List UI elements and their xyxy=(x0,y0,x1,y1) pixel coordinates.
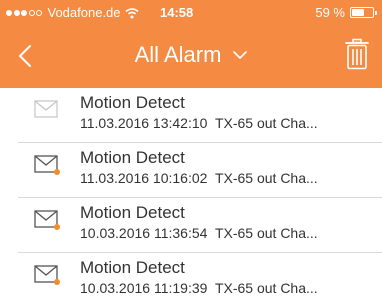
battery-percent: 59 % xyxy=(315,5,345,20)
alarm-title: Motion Detect xyxy=(80,93,185,112)
alarm-datetime: 10.03.2016 11:36:54 xyxy=(80,225,208,241)
status-left: Vodafone.de xyxy=(6,5,139,20)
alarm-list-item[interactable]: Motion Detect 11.03.2016 13:42:10 TX-65 o… xyxy=(18,88,382,143)
signal-dot xyxy=(28,9,35,16)
nav-bar: All Alarm xyxy=(0,24,382,88)
status-right: 59 % xyxy=(315,5,377,20)
alarm-list-item[interactable]: Motion Detect 10.03.2016 11:36:54 TX-65 o… xyxy=(18,198,382,253)
alarm-title: Motion Detect xyxy=(80,258,185,277)
alarm-source: TX-65 out Cha... xyxy=(214,115,318,131)
alarm-list: Motion Detect 11.03.2016 13:42:10 TX-65 o… xyxy=(0,88,382,307)
alarm-details: 10.03.2016 11:19:39 TX-65 out Cha... xyxy=(80,280,318,296)
alarm-datetime: 11.03.2016 13:42:10 xyxy=(80,115,208,131)
status-bar: Vodafone.de 14:58 59 % xyxy=(0,0,382,24)
alarm-source: TX-65 out Cha... xyxy=(214,170,318,186)
signal-dot xyxy=(21,9,27,16)
unread-dot-icon xyxy=(54,279,60,285)
alarm-details: 11.03.2016 13:42:10 TX-65 out Cha... xyxy=(80,115,318,131)
carrier-name: Vodafone.de xyxy=(47,5,121,20)
alarm-title: Motion Detect xyxy=(80,203,185,222)
alarm-details: 11.03.2016 10:16:02 TX-65 out Cha... xyxy=(80,170,318,186)
page-title: All Alarm xyxy=(134,42,222,67)
alarm-list-item[interactable]: Motion Detect 10.03.2016 11:19:39 TX-65 o… xyxy=(18,253,382,307)
wifi-icon xyxy=(124,7,139,18)
battery-icon xyxy=(350,7,377,18)
signal-dot xyxy=(6,9,12,16)
alarm-source: TX-65 out Cha... xyxy=(214,225,318,241)
signal-strength-icon xyxy=(6,9,44,16)
battery-nub xyxy=(375,11,377,15)
signal-dot xyxy=(13,9,20,16)
signal-dot xyxy=(36,9,42,16)
alarm-list-item[interactable]: Motion Detect 11.03.2016 10:16:02 TX-65 o… xyxy=(18,143,382,198)
alarm-datetime: 11.03.2016 10:16:02 xyxy=(80,170,208,186)
status-time: 14:58 xyxy=(160,5,194,20)
battery-fill xyxy=(352,9,364,16)
trash-icon[interactable] xyxy=(344,38,370,70)
alarm-title: Motion Detect xyxy=(80,148,185,167)
alarm-details: 10.03.2016 11:36:54 TX-65 out Cha... xyxy=(80,225,318,241)
unread-dot-icon xyxy=(54,224,60,230)
alarm-datetime: 10.03.2016 11:19:39 xyxy=(80,280,208,296)
alarm-filter-dropdown[interactable]: All Alarm xyxy=(0,42,382,68)
unread-dot-icon xyxy=(54,169,60,175)
alarm-source: TX-65 out Cha... xyxy=(214,280,318,296)
top-bar: Vodafone.de 14:58 59 % All Alarm xyxy=(0,0,382,88)
mail-envelope-icon xyxy=(34,100,58,118)
chevron-down-icon xyxy=(233,51,248,59)
